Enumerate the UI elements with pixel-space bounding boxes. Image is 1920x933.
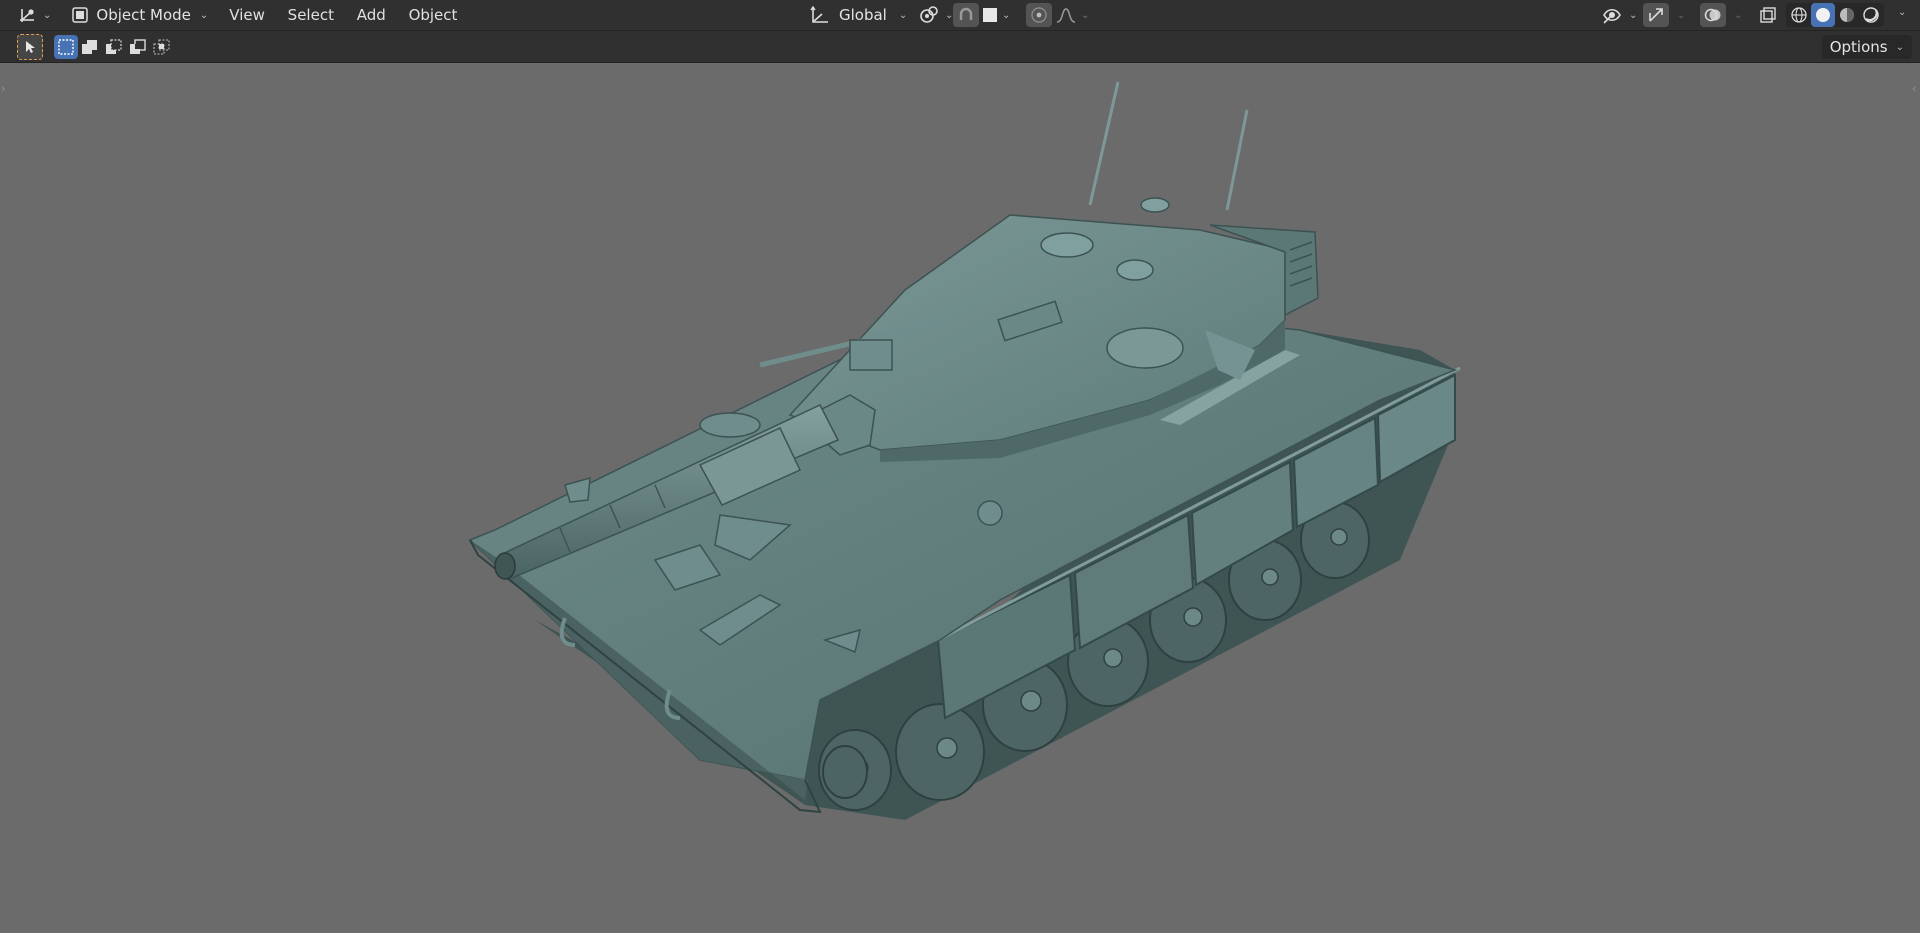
header-menus: View Select Add Object: [220, 2, 466, 28]
overlays-group: ⌄: [1700, 3, 1742, 27]
shading-options-chevron[interactable]: ⌄: [1898, 7, 1906, 18]
chevron-down-icon: ⌄: [43, 9, 52, 21]
active-tool-button[interactable]: [17, 33, 43, 60]
chevron-down-icon: ⌄: [1002, 9, 1011, 21]
gizmo-group: ⌄: [1643, 3, 1685, 27]
overlays-icon: [1704, 8, 1721, 22]
viewport-header: ⌄ Object Mode ⌄ View Select Add Object G…: [0, 0, 1920, 31]
intersect-selection-icon: [153, 38, 170, 55]
machine-gun-mount: [849, 339, 893, 371]
mode-dropdown[interactable]: Object Mode ⌄: [65, 3, 214, 27]
gizmo-icon: [1649, 8, 1663, 22]
menu-select[interactable]: Select: [279, 2, 343, 28]
antenna-right: [1225, 109, 1249, 211]
menu-view[interactable]: View: [220, 2, 274, 28]
shading-wireframe-button[interactable]: [1787, 3, 1811, 27]
options-dropdown[interactable]: Options ⌄: [1821, 35, 1912, 59]
smooth-falloff-icon: [1056, 8, 1076, 23]
idler-wheel: [822, 745, 868, 799]
chevron-down-icon: ⌄: [898, 9, 908, 21]
snap-group: ⌄: [953, 3, 1014, 27]
xray-icon: [1760, 7, 1776, 23]
mode-label: Object Mode: [96, 6, 191, 24]
set-new-selection-button[interactable]: [54, 34, 78, 59]
orientation-label: Global: [839, 6, 887, 24]
material-sphere-icon: [1840, 8, 1854, 22]
proportional-edit-icon: [1031, 7, 1047, 23]
shading-rendered-button[interactable]: [1859, 3, 1883, 27]
view-object-types-icon: [1603, 8, 1621, 24]
extend-selection-icon: [82, 39, 97, 54]
solid-sphere-icon: [1816, 8, 1830, 22]
object-mode-icon: [72, 7, 89, 23]
selection-mode-group: [54, 34, 174, 59]
viewport-axes-icon: [20, 9, 34, 22]
rendered-sphere-icon: [1863, 7, 1879, 23]
proportional-edit-group: ⌄: [1026, 3, 1093, 27]
snap-target-dropdown[interactable]: ⌄: [979, 3, 1014, 27]
invert-selection-button[interactable]: [126, 35, 150, 59]
menu-object[interactable]: Object: [400, 2, 467, 28]
magnet-icon: [959, 7, 973, 20]
chevron-down-icon: ⌄: [199, 9, 209, 21]
wireframe-sphere-icon: [1791, 7, 1807, 23]
visibility-dropdown[interactable]: ⌄: [1596, 3, 1643, 27]
gizmo-toggle[interactable]: [1643, 3, 1669, 27]
antenna-left: [1088, 81, 1120, 206]
shading-mode-group: [1786, 3, 1884, 27]
subtract-selection-button[interactable]: [102, 35, 126, 59]
loader-hatch: [1116, 259, 1154, 281]
select-box-icon: [26, 40, 35, 53]
xray-toggle[interactable]: [1755, 3, 1781, 27]
intersect-selection-button[interactable]: [150, 35, 174, 59]
options-label: Options: [1829, 38, 1888, 56]
invert-selection-icon: [130, 38, 146, 54]
shading-material-button[interactable]: [1835, 3, 1859, 27]
commander-hatch: [1040, 232, 1094, 258]
muzzle: [494, 552, 516, 580]
chevron-down-icon[interactable]: ⌄: [1677, 10, 1685, 21]
editor-type-button[interactable]: ⌄: [10, 3, 57, 27]
turret-stowage-box: [1106, 327, 1184, 369]
chevron-down-icon: ⌄: [1081, 9, 1090, 21]
snap-toggle[interactable]: [953, 3, 979, 27]
menu-add[interactable]: Add: [348, 2, 395, 28]
periscope-cupola: [1140, 197, 1170, 213]
tool-settings-bar: Options ⌄: [0, 31, 1920, 63]
chevron-down-icon: ⌄: [1895, 41, 1904, 53]
orientation-axes-icon: [810, 5, 828, 23]
subtract-selection-icon: [106, 38, 122, 54]
chevron-down-icon: ⌄: [1629, 9, 1638, 21]
falloff-dropdown[interactable]: ⌄: [1052, 3, 1093, 27]
overlays-toggle[interactable]: [1700, 3, 1726, 27]
shading-solid-button[interactable]: [1811, 3, 1835, 27]
chevron-down-icon[interactable]: ⌄: [1734, 10, 1742, 21]
proportional-edit-toggle[interactable]: [1026, 3, 1052, 27]
tank-model[interactable]: [0, 63, 1920, 933]
3d-viewport[interactable]: › ‹: [0, 63, 1920, 933]
transform-orientation-dropdown[interactable]: Global ⌄: [803, 3, 913, 27]
pivot-point-icon: [920, 6, 938, 23]
set-new-selection-icon: [58, 38, 74, 55]
snap-increment-icon: [983, 8, 997, 22]
extend-selection-button[interactable]: [78, 35, 102, 59]
